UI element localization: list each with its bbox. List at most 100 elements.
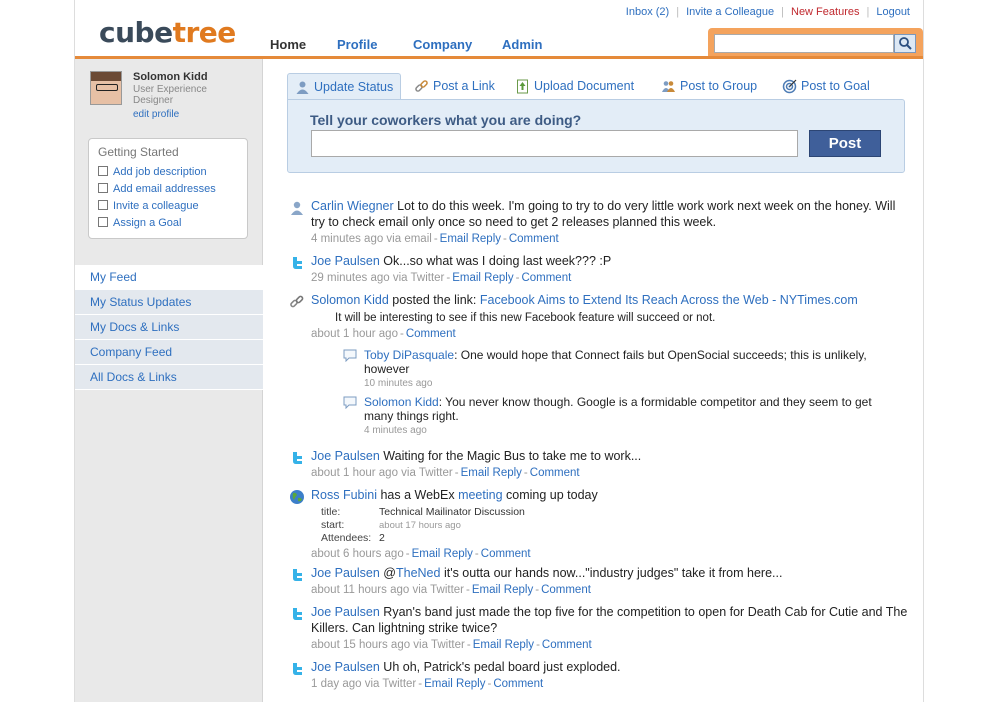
meeting-start-value: about 17 hours ago — [379, 520, 461, 531]
sidebar-item-all-docs-links[interactable]: All Docs & Links — [75, 365, 263, 390]
meeting-title-key: title: — [321, 506, 341, 518]
email-reply-link[interactable]: Email Reply — [424, 678, 485, 690]
gs-item-email-addresses[interactable]: Add email addresses — [98, 183, 216, 195]
feed-meta: about 6 hours ago — [311, 548, 404, 560]
feed-author[interactable]: Joe Paulsen — [311, 254, 380, 268]
feed-author[interactable]: Joe Paulsen — [311, 605, 380, 619]
mention-link[interactable]: TheNed — [396, 566, 440, 580]
comment-author[interactable]: Toby DiPasquale — [364, 348, 454, 362]
checkbox-icon[interactable] — [98, 200, 108, 210]
meeting-link[interactable]: meeting — [458, 488, 502, 502]
email-reply-link[interactable]: Email Reply — [472, 584, 533, 596]
twitter-icon — [293, 569, 302, 581]
invite-colleague-link[interactable]: Invite a Colleague — [686, 6, 774, 18]
feed-text: Waiting for the Magic Bus to take me to … — [379, 449, 642, 463]
person-icon — [296, 81, 309, 94]
gs-item-invite-colleague[interactable]: Invite a colleague — [98, 200, 199, 212]
sidebar-item-my-status-updates[interactable]: My Status Updates — [75, 290, 263, 315]
search-input[interactable] — [714, 34, 894, 53]
feed-author[interactable]: Ross Fubini — [311, 488, 377, 502]
status-prompt: Tell your coworkers what you are doing? — [310, 112, 582, 128]
email-reply-link[interactable]: Email Reply — [452, 272, 513, 284]
comment-link[interactable]: Comment — [530, 467, 580, 479]
shared-link[interactable]: Facebook Aims to Extend Its Reach Across… — [480, 293, 858, 307]
comment-link[interactable]: Comment — [481, 548, 531, 560]
comment-link[interactable]: Comment — [542, 639, 592, 651]
comment-link[interactable]: Comment — [493, 678, 543, 690]
target-icon — [782, 79, 797, 94]
email-reply-link[interactable]: Email Reply — [461, 467, 522, 479]
edit-profile-link[interactable]: edit profile — [133, 109, 179, 120]
comment-meta: 4 minutes ago — [364, 425, 427, 436]
feed-meta: 4 minutes ago via email — [311, 233, 432, 245]
tab-label: Update Status — [314, 80, 394, 94]
comment-link[interactable]: Comment — [541, 584, 591, 596]
cubetree-logo[interactable]: cubetree — [99, 16, 236, 49]
logo-part-a: cube — [99, 16, 173, 49]
profile-title: User Experience Designer — [133, 84, 207, 106]
nav-company[interactable]: Company — [413, 37, 472, 52]
comment-link[interactable]: Comment — [406, 328, 456, 340]
tab-upload-document[interactable]: Upload Document — [508, 73, 634, 100]
link-icon — [290, 295, 304, 308]
comment-link[interactable]: Comment — [509, 233, 559, 245]
profile-name: Solomon Kidd — [133, 71, 208, 83]
feed-author[interactable]: Carlin Wiegner — [311, 199, 394, 213]
comment-bubble-icon — [343, 396, 357, 409]
search-button[interactable] — [894, 34, 916, 53]
new-features-link[interactable]: New Features — [791, 6, 859, 18]
gs-item-assign-goal[interactable]: Assign a Goal — [98, 217, 181, 229]
tab-label: Post to Group — [680, 79, 758, 93]
tab-post-link[interactable]: Post a Link — [407, 73, 495, 100]
email-reply-link[interactable]: Email Reply — [440, 233, 501, 245]
feed-meta: 29 minutes ago via Twitter — [311, 272, 445, 284]
twitter-icon — [293, 663, 302, 675]
email-reply-link[interactable]: Email Reply — [473, 639, 534, 651]
feed-author[interactable]: Solomon Kidd — [311, 293, 389, 307]
feed-author[interactable]: Joe Paulsen — [311, 660, 380, 674]
tab-label: Post to Goal — [801, 79, 870, 93]
inbox-link[interactable]: Inbox (2) — [626, 6, 669, 18]
sidebar-item-my-docs-links[interactable]: My Docs & Links — [75, 315, 263, 340]
tab-post-to-group[interactable]: Post to Group — [654, 73, 757, 100]
checkbox-icon[interactable] — [98, 166, 108, 176]
twitter-icon — [293, 452, 302, 464]
checkbox-icon[interactable] — [98, 217, 108, 227]
sidebar-item-company-feed[interactable]: Company Feed — [75, 340, 263, 365]
link-excerpt: It will be interesting to see if this ne… — [335, 312, 716, 324]
checkbox-icon[interactable] — [98, 183, 108, 193]
twitter-icon — [293, 608, 302, 620]
feed-author[interactable]: Joe Paulsen — [311, 449, 380, 463]
nav-admin[interactable]: Admin — [502, 37, 542, 52]
gs-item-job-description[interactable]: Add job description — [98, 166, 207, 178]
feed-text: posted the link: — [388, 293, 480, 307]
logout-link[interactable]: Logout — [876, 6, 910, 18]
sidebar-item-my-feed[interactable]: My Feed — [75, 265, 263, 290]
email-reply-link[interactable]: Email Reply — [412, 548, 473, 560]
top-links: Inbox (2) | Invite a Colleague | New Feature… — [625, 6, 910, 18]
status-input[interactable] — [311, 130, 798, 157]
gs-item-label: Assign a Goal — [113, 217, 182, 229]
gs-item-label: Add email addresses — [113, 183, 216, 195]
status-panel: Tell your coworkers what you are doing? … — [287, 99, 905, 173]
logo-part-b: tree — [172, 16, 237, 49]
comment-author[interactable]: Solomon Kidd — [364, 395, 439, 409]
avatar[interactable] — [90, 71, 122, 105]
meeting-attendees-value: 2 — [379, 532, 385, 544]
twitter-icon — [293, 257, 302, 269]
nav-profile[interactable]: Profile — [337, 37, 377, 52]
tab-update-status[interactable]: Update Status — [287, 73, 402, 100]
feed-text: Ok...so what was I doing last week??? :P — [379, 254, 612, 268]
sidebar-nav: My Feed My Status Updates My Docs & Link… — [75, 265, 263, 390]
tab-post-to-goal[interactable]: Post to Goal — [775, 73, 870, 100]
comment-link[interactable]: Comment — [521, 272, 571, 284]
post-button[interactable]: Post — [809, 130, 881, 157]
feed-text: has a WebEx — [377, 488, 459, 502]
meeting-start-key: start: — [321, 519, 345, 531]
gs-item-label: Add job description — [113, 166, 207, 178]
nav-home[interactable]: Home — [270, 37, 306, 52]
feed-meta: about 1 hour ago via Twitter — [311, 467, 453, 479]
feed-text: it's outta our hands now..."industry jud… — [440, 566, 783, 580]
feed-author[interactable]: Joe Paulsen — [311, 566, 380, 580]
comment-meta: 10 minutes ago — [364, 378, 433, 389]
